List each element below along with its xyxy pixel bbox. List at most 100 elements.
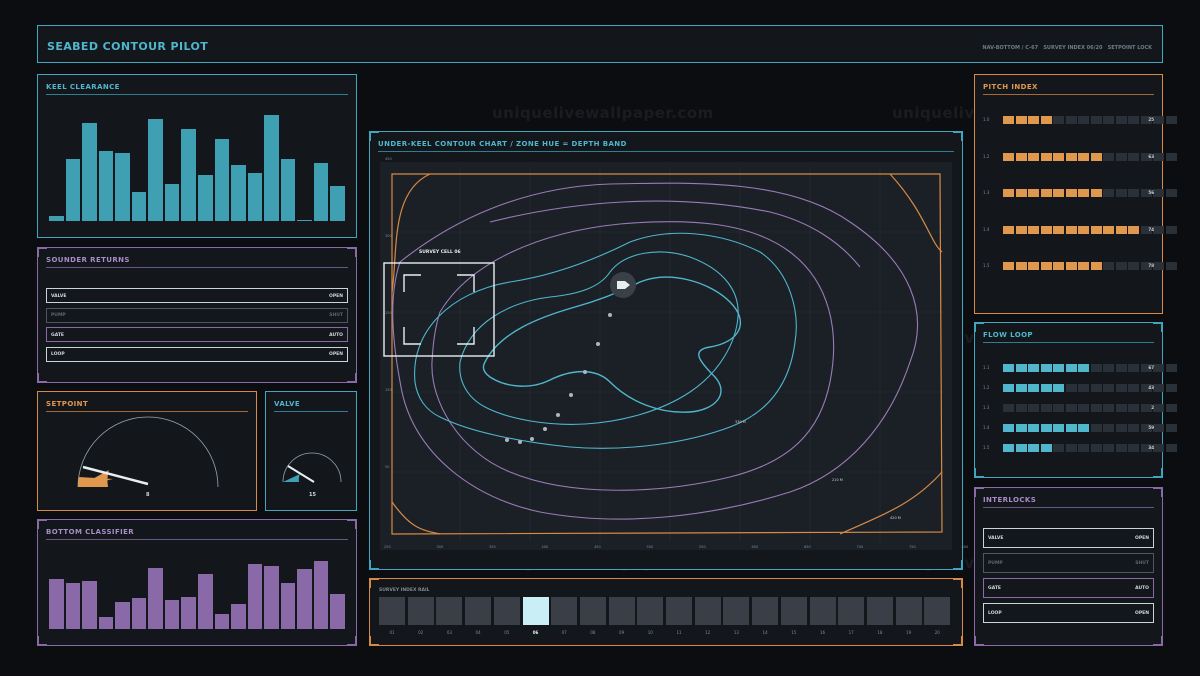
meter-segment (1040, 152, 1052, 161)
meter-segment (1165, 189, 1177, 197)
survey-index-tile[interactable] (838, 597, 865, 625)
meter-segment (1078, 225, 1089, 234)
survey-index-tile[interactable] (895, 597, 922, 625)
meter-segment (1103, 225, 1114, 234)
meter-segment (1165, 116, 1177, 124)
meter-segment (1078, 404, 1089, 412)
status-row-pump[interactable]: PUMP SHUT (983, 553, 1154, 573)
meter-segment (1028, 384, 1039, 392)
meter-segment (1090, 424, 1102, 432)
contour-map[interactable] (370, 132, 964, 571)
meter-segment (1128, 444, 1139, 452)
survey-index-tile[interactable] (637, 597, 664, 625)
meter-segment (1103, 262, 1114, 270)
bottom-bar (214, 614, 230, 629)
meter-segment (1040, 404, 1052, 412)
meter-segment (1165, 152, 1177, 161)
survey-index-tile[interactable] (493, 597, 520, 625)
bottom-classifier-panel: BOTTOM CLASSIFIER (37, 519, 357, 646)
survey-index-label: 14 (762, 630, 768, 635)
meter-segment (1153, 262, 1164, 270)
survey-index-label: 12 (705, 630, 711, 635)
meter-segment (1153, 225, 1164, 234)
row-state: OPEN (329, 293, 343, 299)
setpoint-value: 8 (146, 492, 150, 498)
survey-index-tile[interactable] (522, 597, 549, 625)
survey-index-tile[interactable] (407, 597, 434, 625)
survey-index-tile[interactable] (866, 597, 893, 625)
survey-cell-label: SURVEY CELL 06 (419, 250, 461, 255)
survey-index-tile[interactable] (924, 597, 951, 625)
meter-segment (1053, 424, 1064, 432)
survey-index-tile[interactable] (694, 597, 721, 625)
meter-segment (1015, 364, 1027, 372)
meter-segment (1078, 189, 1089, 197)
app-title: SEABED CONTOUR PILOT (47, 40, 209, 53)
status-row-loop[interactable]: LOOP OPEN (983, 603, 1154, 623)
survey-index-tile[interactable] (608, 597, 635, 625)
meter-row: 1.4 59 (983, 424, 1177, 432)
keel-bar (98, 151, 114, 221)
bottom-bar (131, 598, 147, 629)
meter-segment (1015, 116, 1027, 124)
meter-segment (1065, 152, 1077, 161)
survey-index-tile[interactable] (780, 597, 807, 625)
keel-clearance-panel: KEEL CLEARANCE (37, 74, 357, 238)
survey-index-tile[interactable] (465, 597, 492, 625)
survey-index-label: 04 (475, 630, 481, 635)
survey-index-tile[interactable] (379, 597, 405, 625)
status-row-pump[interactable]: PUMP SHUT (46, 307, 348, 323)
meter-segment (1115, 225, 1127, 234)
survey-index-tile[interactable] (809, 597, 836, 625)
panel-title: FLOW LOOP (983, 331, 1033, 339)
status-row-loop[interactable]: LOOP OPEN (46, 346, 348, 362)
meter-label: 1.2 (983, 385, 990, 390)
contour-label: 210 M (832, 478, 843, 482)
keel-bar (115, 152, 130, 221)
survey-index-label: 01 (389, 630, 395, 635)
meter-segment (1103, 116, 1114, 124)
survey-index-label: 03 (446, 630, 452, 635)
survey-index-tile[interactable] (436, 597, 463, 625)
meter-row: 1.4 74 (983, 225, 1177, 234)
meter-segment (1028, 424, 1039, 432)
meter-row: 1.1 67 (983, 364, 1177, 372)
x-tick-label: 450 (594, 545, 601, 549)
survey-index-tile[interactable] (666, 597, 692, 625)
bottom-bar (231, 604, 246, 629)
meter-segment (1115, 384, 1127, 392)
meter-segment (1115, 404, 1127, 412)
survey-index-tile[interactable] (752, 597, 779, 625)
status-row-valve[interactable]: VALVE OPEN (983, 528, 1154, 548)
contour-label: 330 M (735, 420, 746, 424)
survey-index-tile[interactable] (551, 597, 578, 625)
meter-segment (1165, 364, 1177, 372)
meter-segment (1103, 152, 1114, 161)
survey-index-tile[interactable] (723, 597, 750, 625)
x-tick-label: 700 (856, 545, 864, 549)
meter-segment (1090, 152, 1102, 161)
meter-value: 78 (1148, 263, 1154, 268)
status-row-gate[interactable]: GATE AUTO (46, 327, 348, 342)
meter-value: 2 (1151, 405, 1154, 410)
keel-bar (131, 192, 147, 221)
panel-title: SOUNDER RETURNS (46, 256, 130, 264)
status-row-valve[interactable]: VALVE OPEN (46, 288, 348, 303)
meter-segment (1040, 116, 1052, 124)
y-tick-label: 250 (385, 311, 392, 315)
meter-segment (1053, 189, 1064, 197)
bottom-bar (164, 599, 180, 629)
panel-title: KEEL CLEARANCE (46, 83, 120, 91)
meter-segment (1128, 152, 1139, 161)
survey-index-label: 17 (848, 630, 854, 635)
meter-segment (1128, 424, 1139, 432)
meter-segment (1003, 364, 1014, 372)
survey-index-tile[interactable] (579, 597, 606, 625)
x-tick-label: 600 (751, 545, 759, 549)
flow-loop-panel: FLOW LOOP 1.1 67 1.2 43 1.3 2 1.4 59 1.5 34 (974, 322, 1177, 478)
keel-bar (247, 173, 263, 221)
meter-segment (1103, 189, 1114, 197)
bottom-bar (115, 601, 130, 629)
meter-segment (1078, 364, 1089, 372)
status-row-gate[interactable]: GATE AUTO (983, 578, 1154, 598)
